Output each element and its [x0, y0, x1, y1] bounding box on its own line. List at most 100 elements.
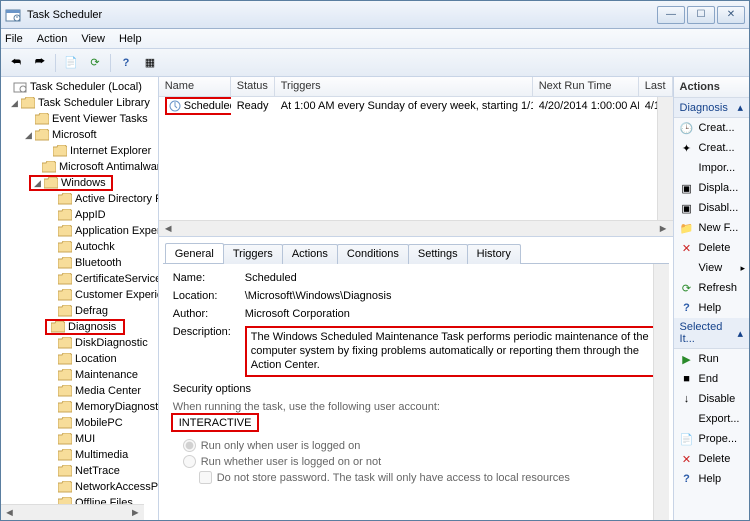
tree-item[interactable]: Maintenance	[75, 369, 142, 381]
tree-item[interactable]: Microsoft Antimalware	[59, 161, 159, 173]
toolbar-refresh-button[interactable]: ⟳	[84, 52, 106, 74]
app-icon	[5, 7, 21, 23]
action-disable[interactable]: ↓Disable	[674, 389, 749, 409]
tree-diagnosis[interactable]: Diagnosis	[68, 321, 120, 333]
action-delete-task[interactable]: ✕Delete	[674, 449, 749, 469]
tree-item[interactable]: MobilePC	[75, 417, 127, 429]
tree-item[interactable]: MUI	[75, 433, 99, 445]
tree-item[interactable]: Autochk	[75, 241, 119, 253]
tree-item[interactable]: Customer Experience Imp	[75, 289, 159, 301]
folder-icon	[58, 241, 72, 253]
action-end[interactable]: ■End	[674, 369, 749, 389]
tree-item[interactable]: Internet Explorer	[70, 145, 155, 157]
tree-item[interactable]: Bluetooth	[75, 257, 125, 269]
maximize-button[interactable]: ☐	[687, 6, 715, 24]
tree-item[interactable]: AppID	[75, 209, 110, 221]
delete-icon: ✕	[680, 452, 694, 466]
tab-settings[interactable]: Settings	[408, 244, 468, 264]
folder-icon	[58, 257, 72, 269]
tree-item[interactable]: Multimedia	[75, 449, 132, 461]
action-help[interactable]: ?Help	[674, 298, 749, 318]
disable-icon: ▣	[680, 201, 694, 215]
scrollbar-horizontal[interactable]: ◄►	[159, 220, 673, 236]
folder-icon	[51, 321, 65, 333]
tree-microsoft[interactable]: Microsoft	[52, 129, 101, 141]
col-name[interactable]: Name	[159, 77, 231, 96]
tree-windows[interactable]: Windows	[61, 177, 110, 189]
task-icon: 🕒	[680, 121, 694, 135]
tab-conditions[interactable]: Conditions	[337, 244, 409, 264]
tree-item[interactable]: Active Directory Rights M	[75, 193, 159, 205]
menu-action[interactable]: Action	[37, 33, 68, 45]
tree-item[interactable]: MemoryDiagnostic	[75, 401, 159, 413]
action-view[interactable]: View▸	[674, 258, 749, 278]
scrollbar-horizontal[interactable]: ◄►	[1, 504, 144, 520]
col-next[interactable]: Next Run Time	[533, 77, 639, 96]
tree-root[interactable]: Task Scheduler (Local)	[30, 81, 146, 93]
chevron-right-icon: ▸	[740, 263, 745, 274]
folder-icon	[58, 369, 72, 381]
action-refresh[interactable]: ⟳Refresh	[674, 278, 749, 298]
collapse-icon: ▴	[737, 101, 743, 114]
tree-item[interactable]: DiskDiagnostic	[75, 337, 152, 349]
folder-icon	[58, 209, 72, 221]
action-new-folder[interactable]: 📁New F...	[674, 218, 749, 238]
checkbox-no-store-pw	[199, 471, 212, 484]
tree-item[interactable]: NetTrace	[75, 465, 124, 477]
menu-help[interactable]: Help	[119, 33, 142, 45]
action-display[interactable]: ▣Displa...	[674, 178, 749, 198]
task-icon	[168, 99, 182, 113]
scrollbar-vertical[interactable]	[653, 264, 669, 520]
menu-view[interactable]: View	[81, 33, 105, 45]
toolbar-view-button[interactable]: ▦	[139, 52, 161, 74]
tab-history[interactable]: History	[467, 244, 521, 264]
action-run[interactable]: ▶Run	[674, 349, 749, 369]
action-import[interactable]: Impor...	[674, 158, 749, 178]
tab-actions[interactable]: Actions	[282, 244, 338, 264]
action-delete-folder[interactable]: ✕Delete	[674, 238, 749, 258]
action-disable-hist[interactable]: ▣Disabl...	[674, 198, 749, 218]
value-name: Scheduled	[245, 272, 659, 284]
minimize-button[interactable]: —	[657, 6, 685, 24]
action-properties[interactable]: 📄Prope...	[674, 429, 749, 449]
tree-item[interactable]: NetworkAccessProtection	[75, 481, 159, 493]
folder-icon	[58, 225, 72, 237]
nav-back-button[interactable]: ⮪	[5, 52, 27, 74]
action-create-basic[interactable]: 🕒Creat...	[674, 118, 749, 138]
action-help-2[interactable]: ?Help	[674, 469, 749, 489]
toolbar-action-button[interactable]: 📄	[60, 52, 82, 74]
tab-triggers[interactable]: Triggers	[223, 244, 283, 264]
toolbar-help-button[interactable]: ?	[115, 52, 137, 74]
menu-file[interactable]: File	[5, 33, 23, 45]
label-name: Name:	[173, 272, 245, 284]
tree-item[interactable]: Media Center	[75, 385, 145, 397]
value-author: Microsoft Corporation	[245, 308, 659, 320]
delete-icon: ✕	[680, 241, 694, 255]
help-icon: ?	[680, 472, 694, 486]
label-description: Description:	[173, 326, 245, 377]
folder-icon	[58, 465, 72, 477]
tree-library[interactable]: Task Scheduler Library	[38, 97, 154, 109]
window-title: Task Scheduler	[27, 9, 102, 21]
col-triggers[interactable]: Triggers	[275, 77, 533, 96]
tree-item[interactable]: CertificateServicesClient	[75, 273, 159, 285]
action-export[interactable]: Export...	[674, 409, 749, 429]
actions-group-diagnosis[interactable]: Diagnosis▴	[674, 98, 749, 118]
action-create[interactable]: ✦Creat...	[674, 138, 749, 158]
tab-general[interactable]: General	[165, 243, 224, 263]
col-status[interactable]: Status	[231, 77, 275, 96]
nav-fwd-button[interactable]: ⮫	[29, 52, 51, 74]
folder-icon	[21, 97, 35, 109]
col-last[interactable]: Last	[639, 77, 673, 96]
tree-item[interactable]: Defrag	[75, 305, 112, 317]
folder-icon	[58, 305, 72, 317]
task-row[interactable]: Scheduled Ready At 1:00 AM every Sunday …	[159, 97, 673, 115]
actions-group-selected[interactable]: Selected It...▴	[674, 318, 749, 349]
close-button[interactable]: ✕	[717, 6, 745, 24]
tree-item[interactable]: Event Viewer Tasks	[52, 113, 152, 125]
task-name: Scheduled	[184, 100, 231, 112]
tree-item[interactable]: Application Experience	[75, 225, 159, 237]
scrollbar-vertical[interactable]	[657, 97, 673, 220]
tree-item[interactable]: Location	[75, 353, 121, 365]
navigation-tree[interactable]: Task Scheduler (Local) ◢Task Scheduler L…	[1, 77, 158, 520]
